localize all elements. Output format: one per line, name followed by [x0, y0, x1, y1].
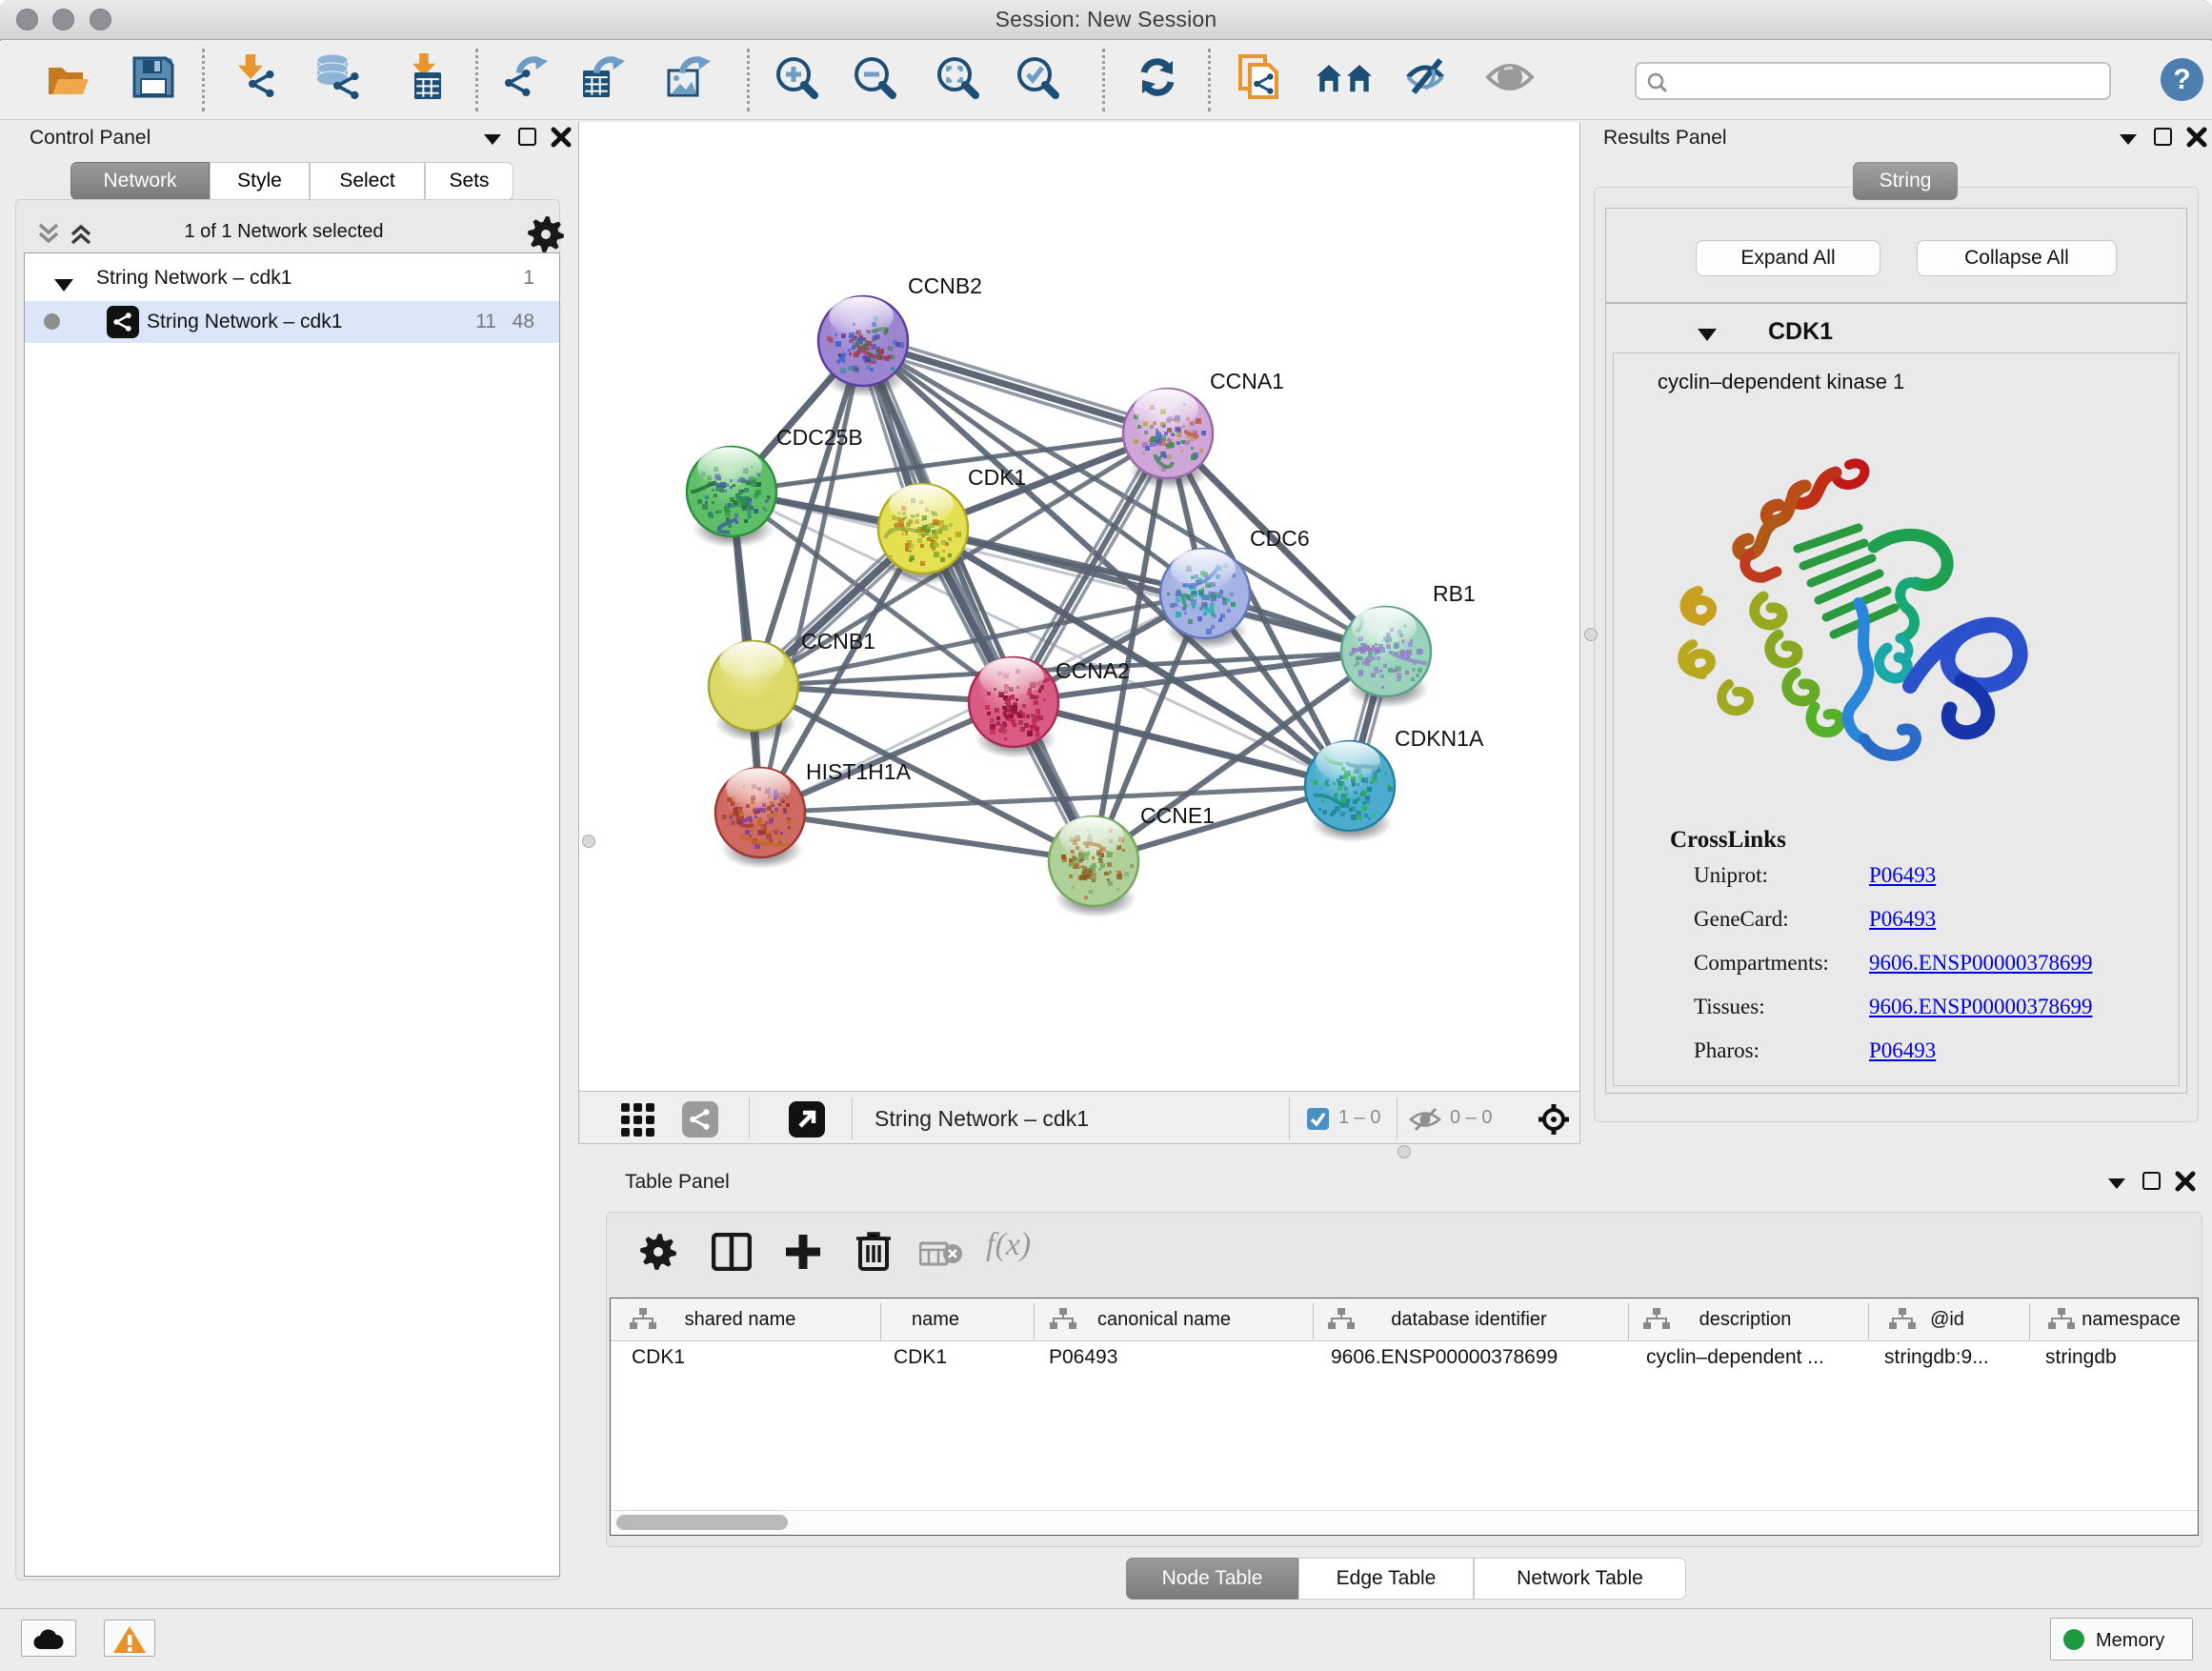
svg-text:CCNB2: CCNB2 [908, 273, 982, 298]
svg-text:CDC6: CDC6 [1250, 526, 1310, 551]
svg-text:CCNA1: CCNA1 [1210, 369, 1284, 393]
svg-text:CCNA2: CCNA2 [1056, 658, 1130, 683]
svg-text:RB1: RB1 [1433, 581, 1476, 606]
svg-text:HIST1H1A: HIST1H1A [806, 759, 912, 784]
svg-text:CDKN1A: CDKN1A [1395, 726, 1484, 751]
svg-text:CDC25B: CDC25B [776, 425, 863, 450]
svg-text:CCNE1: CCNE1 [1140, 803, 1215, 828]
svg-text:CDK1: CDK1 [968, 465, 1026, 490]
svg-text:CCNB1: CCNB1 [801, 629, 875, 654]
